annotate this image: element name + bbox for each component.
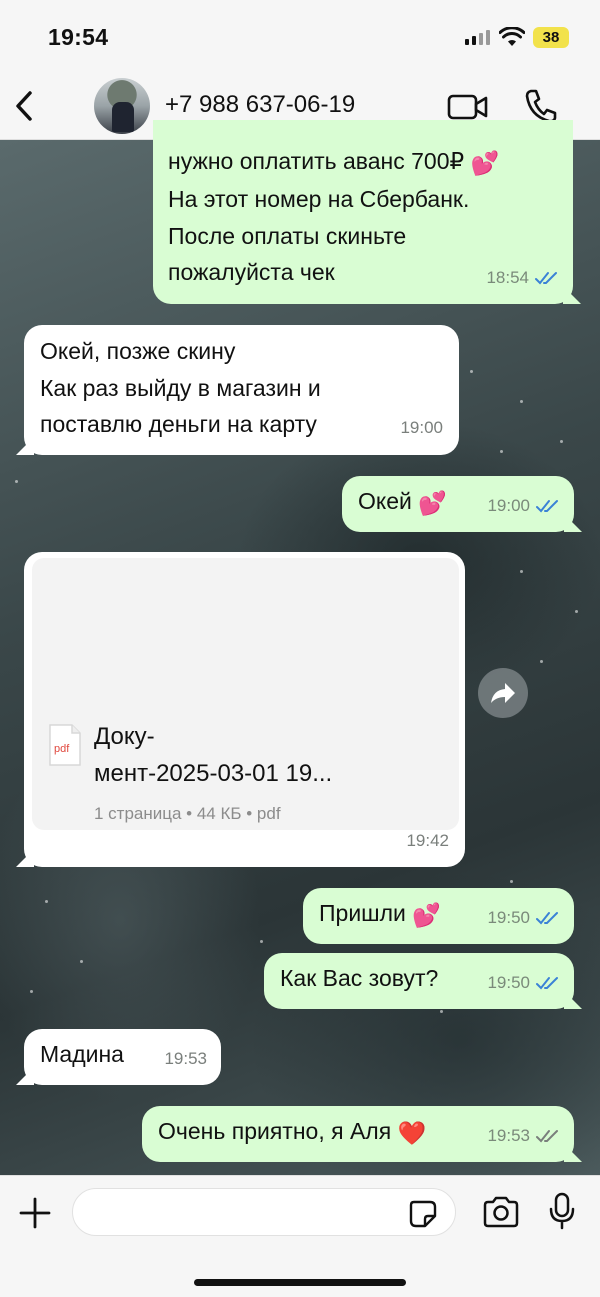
message-time: 19:50 <box>487 972 530 992</box>
status-bar: 19:54 38 <box>0 0 600 75</box>
message-bubble-outgoing[interactable]: Пришли 💕 19:50 <box>303 888 574 944</box>
message-bubble-document[interactable]: pdf Доку- мент-2025-03-01 19... 1 страни… <box>16 552 465 867</box>
read-ticks-icon <box>535 271 557 285</box>
battery-indicator: 38 <box>533 27 569 48</box>
pdf-icon: pdf <box>49 724 81 766</box>
back-chevron-icon[interactable] <box>10 87 40 125</box>
read-ticks-icon <box>536 976 558 990</box>
status-time: 19:54 <box>48 24 109 50</box>
video-call-icon[interactable] <box>447 92 489 122</box>
message-time: 19:53 <box>164 1048 207 1068</box>
message-text: Как Вас зовут? <box>280 965 439 991</box>
message-bubble-outgoing[interactable]: Очень приятно, я Аля ❤️ 19:53 <box>142 1106 582 1162</box>
message-time: 18:54 <box>486 267 529 287</box>
red-heart-icon: ❤️ <box>397 1119 427 1146</box>
message-text: нужно оплатить аванс 700₽ 💕 На этот номе… <box>168 143 499 291</box>
message-time: 19:53 <box>487 1125 530 1145</box>
delivered-ticks-icon <box>536 1129 558 1143</box>
message-time: 19:00 <box>487 495 530 515</box>
forward-icon <box>491 683 515 703</box>
wifi-icon <box>499 27 525 46</box>
cellular-signal-icon <box>465 30 490 45</box>
message-text: Окей, позже скину Как раз выйду в магази… <box>40 338 321 437</box>
message-time: 19:50 <box>487 907 530 927</box>
camera-icon[interactable] <box>482 1196 520 1228</box>
message-bubble-incoming[interactable]: Окей, позже скину Как раз выйду в магази… <box>16 325 459 455</box>
microphone-icon[interactable] <box>548 1192 576 1230</box>
document-preview[interactable]: pdf Доку- мент-2025-03-01 19... 1 страни… <box>32 558 459 830</box>
home-indicator <box>194 1279 406 1286</box>
message-text: Мадина <box>40 1041 124 1067</box>
two-hearts-icon: 💕 <box>470 149 500 176</box>
message-input[interactable] <box>72 1188 456 1236</box>
phone-icon[interactable] <box>524 88 558 124</box>
message-text: Окей 💕 <box>358 483 447 521</box>
message-bubble-outgoing[interactable]: Как Вас зовут? 19:50 <box>264 953 582 1009</box>
two-hearts-icon: 💕 <box>412 901 441 928</box>
read-ticks-icon <box>536 911 558 925</box>
forward-button[interactable] <box>478 668 528 718</box>
document-info: 1 страница • 44 КБ • pdf <box>94 804 281 823</box>
message-bubble-outgoing[interactable]: нужно оплатить аванс 700₽ 💕 На этот номе… <box>153 120 581 304</box>
message-bubble-incoming[interactable]: Мадина 19:53 <box>16 1029 221 1085</box>
sticker-icon[interactable] <box>408 1199 438 1229</box>
message-time: 19:42 <box>406 830 449 850</box>
read-ticks-icon <box>536 499 558 513</box>
plus-icon[interactable] <box>18 1196 52 1230</box>
message-text: Очень приятно, я Аля ❤️ <box>158 1113 426 1151</box>
document-name: Доку- мент-2025-03-01 19... <box>94 723 333 787</box>
svg-text:pdf: pdf <box>54 743 70 755</box>
message-bubble-outgoing[interactable]: Окей 💕 19:00 <box>342 476 582 532</box>
contact-name[interactable]: +7 988 637-06-19 <box>165 91 355 119</box>
avatar[interactable] <box>94 78 150 134</box>
message-text: Пришли 💕 <box>319 895 441 933</box>
message-time: 19:00 <box>400 417 443 437</box>
composer-bar <box>0 1175 600 1297</box>
two-hearts-icon: 💕 <box>418 489 447 516</box>
